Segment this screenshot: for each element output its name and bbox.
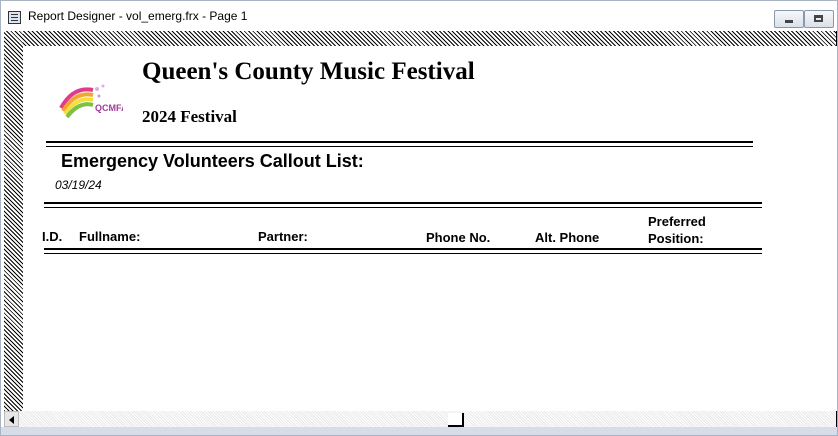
divider-header-top <box>44 202 762 204</box>
maximize-icon <box>814 15 823 22</box>
report-title: Queen's County Music Festival <box>142 58 475 85</box>
festival-logo: QCMFA <box>59 84 123 119</box>
minimize-icon <box>785 20 793 23</box>
divider-top <box>46 141 753 143</box>
column-header-phone: Phone No. <box>426 230 491 245</box>
column-header-partner: Partner: <box>258 229 308 244</box>
window-title: Report Designer - vol_emerg.frx - Page 1 <box>28 9 248 23</box>
column-header-position: Position: <box>648 231 704 246</box>
report-designer-icon <box>8 11 21 24</box>
top-ruler <box>4 31 836 46</box>
column-header-fullname: Fullname: <box>79 229 141 244</box>
left-ruler <box>4 31 23 411</box>
scroll-track[interactable] <box>19 411 836 427</box>
column-header-preferred: Preferred <box>648 214 706 229</box>
report-page <box>23 46 837 411</box>
divider-top-second <box>46 146 753 147</box>
logo-text: QCMFA <box>95 103 123 113</box>
divider-header-bottom <box>44 248 762 250</box>
report-designer-window: Report Designer - vol_emerg.frx - Page 1… <box>0 0 838 436</box>
title-bar[interactable]: Report Designer - vol_emerg.frx - Page 1 <box>1 1 837 31</box>
divider-header-bottom-second <box>44 253 762 254</box>
minimize-button[interactable] <box>774 10 804 28</box>
horizontal-scrollbar[interactable] <box>4 411 836 427</box>
column-header-id: I.D. <box>42 229 63 244</box>
window-bottom-border <box>1 427 837 435</box>
column-header-alt-phone: Alt. Phone <box>535 230 600 245</box>
scroll-thumb[interactable] <box>448 413 464 427</box>
report-subtitle: 2024 Festival <box>142 107 237 126</box>
list-title: Emergency Volunteers Callout List: <box>61 151 364 171</box>
scroll-left-button[interactable] <box>4 411 19 427</box>
divider-header-top-second <box>44 207 762 208</box>
report-date: 03/19/24 <box>55 178 102 192</box>
maximize-button[interactable] <box>804 10 834 28</box>
